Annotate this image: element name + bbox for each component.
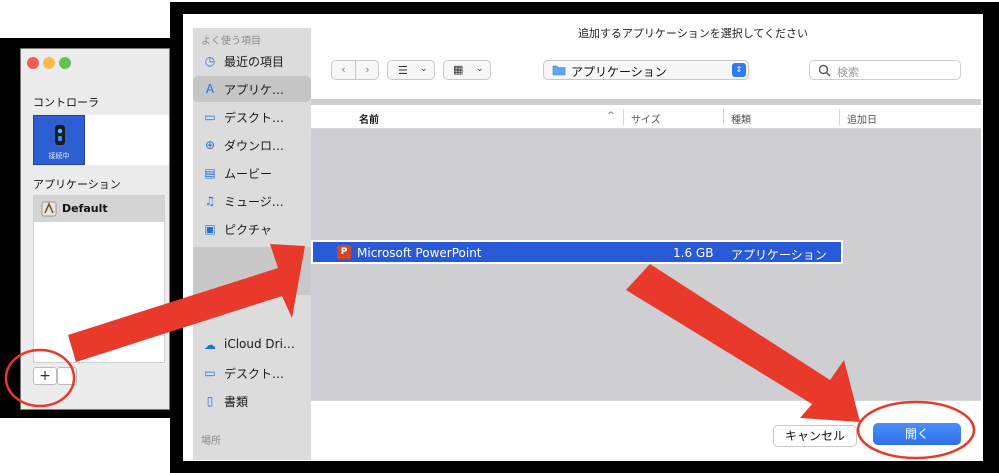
downloads-icon: ⊕ <box>204 138 216 152</box>
sidebar-item-recents[interactable]: ◷ 最近の項目 <box>193 48 311 74</box>
movies-icon: ▤ <box>204 166 216 180</box>
document-icon: ▯ <box>206 394 214 408</box>
list-item-label: Default <box>62 202 108 215</box>
sidebar-item-movies[interactable]: ▤ ムービー <box>193 160 311 186</box>
sidebar-item-downloads[interactable]: ⊕ ダウンロ… <box>193 132 311 158</box>
sidebar-item-label: 書類 <box>224 395 249 409</box>
controller-status: 接続中 <box>48 152 70 160</box>
column-name[interactable]: 名前 <box>359 111 379 126</box>
sidebar-item-label: ピクチャ <box>224 223 272 237</box>
search-icon <box>818 64 831 77</box>
add-application-button[interactable]: + <box>33 367 57 385</box>
close-window-button[interactable] <box>27 57 39 69</box>
folder-icon <box>552 65 566 76</box>
folder-selector-label: アプリケーション <box>571 65 667 79</box>
sidebar-item-label: ムービー <box>224 167 273 181</box>
sidebar-item-label: 最近の項目 <box>224 55 285 69</box>
minimize-window-button[interactable] <box>43 57 55 69</box>
back-button[interactable]: ‹ <box>332 61 356 79</box>
file-row[interactable]: P Microsoft PowerPoint 1.6 GB アプリケーション <box>311 240 843 264</box>
sidebar-item-pictures[interactable]: ▣ ピクチャ <box>193 216 311 242</box>
sidebar-item-music[interactable]: ♫ ミュージ… <box>193 188 311 214</box>
column-separator <box>623 109 624 125</box>
controller-icon <box>55 125 65 145</box>
file-size: 1.6 GB <box>673 246 714 260</box>
application-icon <box>41 201 57 217</box>
controller-list-area <box>85 115 169 165</box>
sidebar-item-desktop[interactable]: ▭ デスクト… <box>193 104 311 130</box>
remove-application-button[interactable] <box>57 367 77 385</box>
zoom-window-button[interactable] <box>59 57 71 69</box>
sidebar-item-label: ミュージ… <box>224 195 284 209</box>
cancel-button[interactable]: キャンセル <box>773 425 857 447</box>
music-icon: ♫ <box>204 194 216 208</box>
sidebar-item-label: iCloud Dri… <box>224 337 295 351</box>
sidebar-item-icloud-drive[interactable]: ☁ iCloud Dri… <box>193 332 311 358</box>
search-field[interactable]: 検索 <box>809 60 961 80</box>
file-kind: アプリケーション <box>731 248 827 262</box>
sidebar-item-applications[interactable]: A アプリケ… <box>193 76 311 102</box>
dialog-title: 追加するアプリケーションを選択してください <box>577 27 809 40</box>
desktop-icon: ▭ <box>204 366 216 380</box>
pictures-icon: ▣ <box>204 222 216 236</box>
cloud-icon: ☁ <box>204 338 216 352</box>
background-window-frame: コントローラ 接続中 アプリケーション Default + <box>0 38 180 418</box>
sidebar-item-label: ダウンロ… <box>224 139 285 153</box>
controller-tile[interactable]: 接続中 <box>33 115 85 165</box>
search-placeholder: 検索 <box>837 66 859 79</box>
sidebar-item-icloud-desktop[interactable]: ▭ デスクト… <box>193 360 311 386</box>
applications-icon: A <box>205 82 215 96</box>
sort-chevron-icon: ^ <box>607 111 615 121</box>
sidebar-item-documents[interactable]: ▯ 書類 <box>193 388 311 414</box>
dialog-footer: キャンセル 開く <box>311 400 981 461</box>
open-file-dialog: よく使う項目 ◷ 最近の項目 A アプリケ… ▭ デスクト… ⊕ ダウンロ… ▤… <box>183 14 983 461</box>
powerpoint-icon: P <box>337 245 351 259</box>
forward-button[interactable]: › <box>356 61 379 79</box>
column-separator <box>839 109 840 125</box>
application-list: Default <box>33 195 165 363</box>
folder-selector[interactable]: アプリケーション ⇕ <box>543 60 749 80</box>
list-view-icon: ☰ <box>398 64 408 77</box>
locations-header: 場所 <box>201 436 221 447</box>
column-header: 名前 ^ サイズ 種類 追加日 <box>311 105 981 129</box>
column-separator <box>723 109 724 125</box>
grid-icon: ▦ <box>453 63 464 76</box>
sidebar-divider <box>193 247 311 295</box>
open-button[interactable]: 開く <box>873 423 961 445</box>
sidebar-item-label: デスクト… <box>224 367 285 381</box>
column-kind[interactable]: 種類 <box>731 111 751 126</box>
controller-section-label: コントローラ <box>33 96 99 109</box>
back-forward-control: ‹ › <box>331 60 379 80</box>
desktop-icon: ▭ <box>204 110 216 124</box>
list-view-button[interactable]: ☰ ⌄ <box>387 60 435 80</box>
chevron-down-icon: ⌄ <box>476 64 484 74</box>
sidebar-item-label: デスクト… <box>224 111 285 125</box>
file-name: Microsoft PowerPoint <box>357 246 482 260</box>
list-item[interactable]: Default <box>34 196 164 222</box>
clock-icon: ◷ <box>204 54 216 68</box>
sidebar-item-label: アプリケ… <box>224 83 285 97</box>
column-date-added[interactable]: 追加日 <box>847 111 877 126</box>
grouping-button[interactable]: ▦ ⌄ <box>443 60 491 80</box>
column-size[interactable]: サイズ <box>631 111 661 126</box>
chevron-up-down-icon: ⇕ <box>732 63 746 77</box>
chevron-down-icon: ⌄ <box>420 64 428 74</box>
applications-section-label: アプリケーション <box>33 178 121 191</box>
background-window: コントローラ 接続中 アプリケーション Default + <box>20 48 170 410</box>
favorites-header: よく使う項目 <box>201 36 261 47</box>
